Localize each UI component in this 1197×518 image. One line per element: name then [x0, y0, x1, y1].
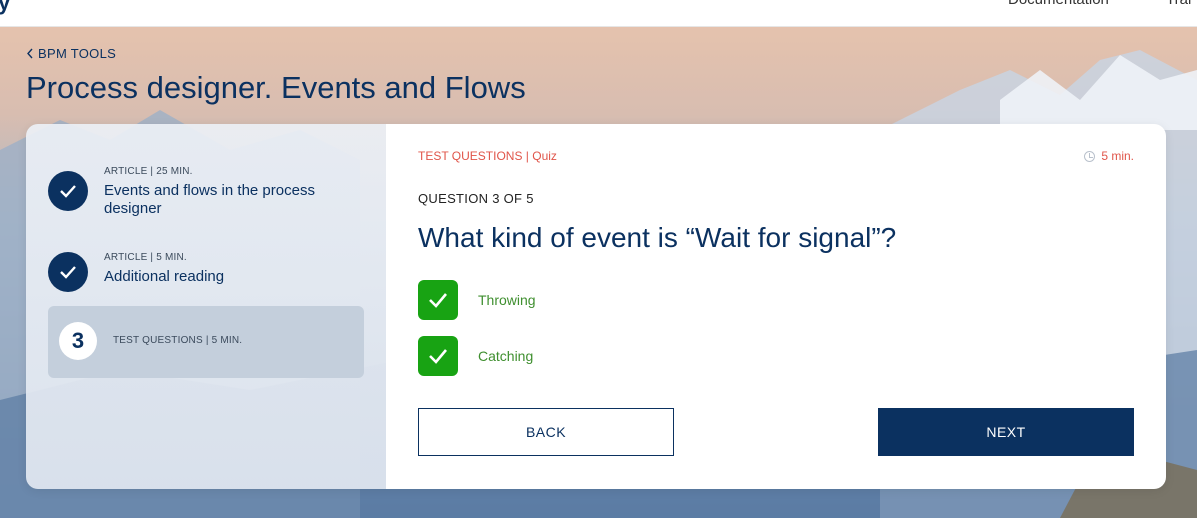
answer-option-throwing[interactable]: Throwing	[418, 280, 536, 320]
check-icon	[429, 349, 447, 364]
duration-label: 5 min.	[1101, 149, 1134, 163]
next-button[interactable]: NEXT	[878, 408, 1134, 456]
step-label: Events and flows in the process designer	[104, 182, 315, 217]
top-navigation-bar: y Documentation Trai	[0, 0, 1197, 27]
course-steps-sidebar: ARTICLE | 25 MIN. Events and flows in th…	[26, 124, 386, 489]
question-counter: QUESTION 3 OF 5	[418, 191, 534, 206]
step-item-events-and-flows[interactable]: ARTICLE | 25 MIN. Events and flows in th…	[48, 166, 364, 218]
nav-link-documentation[interactable]: Documentation	[1008, 0, 1109, 8]
step-completed-badge	[48, 171, 88, 211]
nav-link-training[interactable]: Trai	[1166, 0, 1191, 8]
breadcrumb[interactable]: BPM TOOLS	[26, 46, 116, 61]
step-item-additional-reading[interactable]: ARTICLE | 5 MIN. Additional reading	[48, 252, 364, 292]
page-title: Process designer. Events and Flows	[26, 70, 526, 105]
check-icon	[429, 293, 447, 308]
quiz-panel: TEST QUESTIONS | Quiz 5 min. QUESTION 3 …	[386, 124, 1166, 489]
course-card: ARTICLE | 25 MIN. Events and flows in th…	[26, 124, 1166, 489]
question-text: What kind of event is “Wait for signal”?	[418, 222, 897, 253]
step-meta: ARTICLE | 5 MIN.	[104, 252, 187, 263]
chevron-left-icon	[27, 48, 33, 59]
step-number-badge: 3	[59, 322, 97, 360]
breadcrumb-label: BPM TOOLS	[38, 46, 117, 61]
answer-option-catching[interactable]: Catching	[418, 336, 533, 376]
quiz-tag: TEST QUESTIONS | Quiz	[418, 149, 557, 163]
step-label: Additional reading	[104, 268, 225, 285]
logo[interactable]: y	[0, 0, 10, 16]
check-icon	[60, 266, 76, 279]
checkbox-checked[interactable]	[418, 280, 458, 320]
answer-option-label: Catching	[478, 348, 534, 364]
check-icon	[60, 185, 76, 198]
step-meta: TEST QUESTIONS | 5 MIN.	[113, 335, 243, 346]
step-completed-badge	[48, 252, 88, 292]
step-item-test-questions[interactable]: 3 TEST QUESTIONS | 5 MIN.	[59, 322, 375, 360]
quiz-duration: 5 min.	[1084, 149, 1134, 163]
checkbox-checked[interactable]	[418, 336, 458, 376]
back-button[interactable]: BACK	[418, 408, 674, 456]
clock-icon	[1084, 150, 1096, 162]
answer-option-label: Throwing	[478, 292, 536, 308]
step-meta: ARTICLE | 25 MIN.	[104, 166, 193, 177]
